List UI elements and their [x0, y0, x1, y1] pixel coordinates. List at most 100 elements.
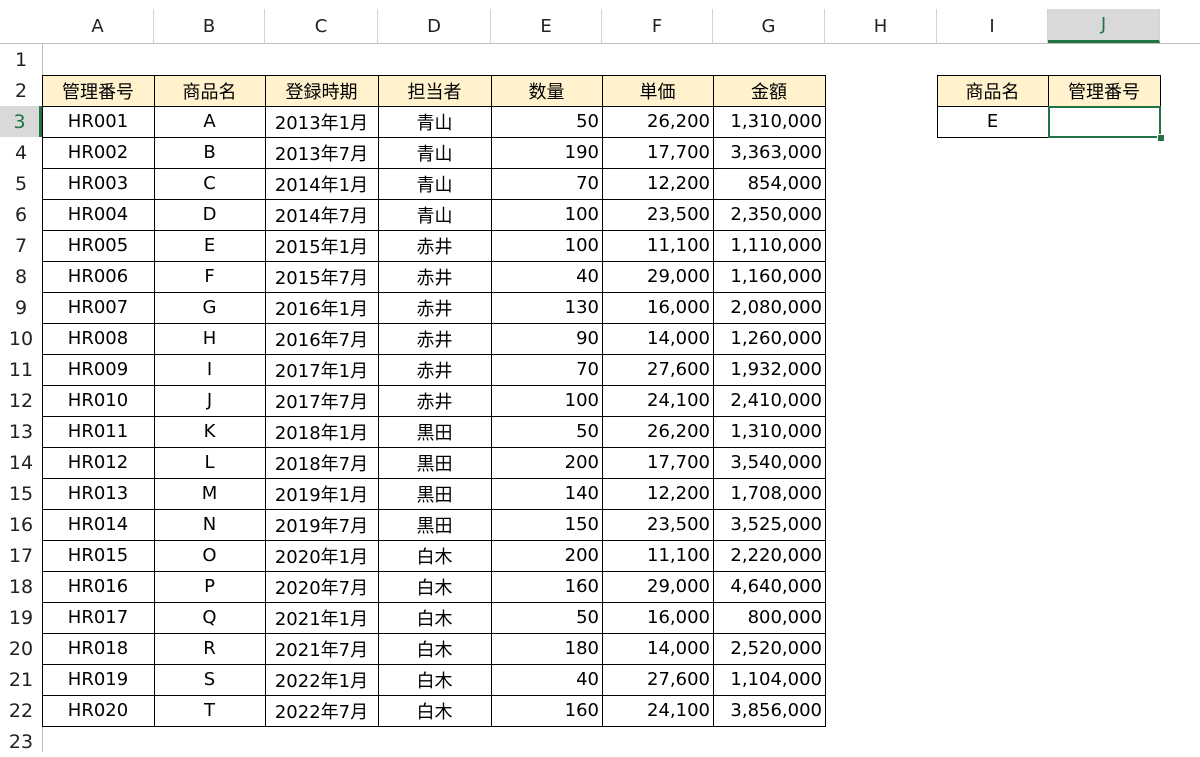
table-cell[interactable]: 1,110,000: [713, 230, 825, 261]
table-cell[interactable]: HR018: [42, 633, 154, 664]
table-cell[interactable]: 29,000: [602, 261, 713, 292]
table-cell[interactable]: E: [154, 230, 265, 261]
table-cell[interactable]: 黒田: [378, 416, 491, 447]
table-cell[interactable]: 1,708,000: [713, 478, 825, 509]
table-cell[interactable]: 2014年7月: [265, 199, 378, 230]
column-header-e[interactable]: E: [491, 9, 602, 43]
table-cell[interactable]: 23,500: [602, 199, 713, 230]
table-cell[interactable]: H: [154, 323, 265, 354]
table-cell[interactable]: 1,260,000: [713, 323, 825, 354]
table-cell[interactable]: HR008: [42, 323, 154, 354]
table-cell[interactable]: 2014年1月: [265, 168, 378, 199]
table-cell[interactable]: 100: [491, 199, 602, 230]
table-cell[interactable]: HR019: [42, 664, 154, 695]
table-cell[interactable]: 青山: [378, 137, 491, 168]
table-cell[interactable]: HR005: [42, 230, 154, 261]
table-cell[interactable]: 白木: [378, 602, 491, 633]
table-cell[interactable]: 190: [491, 137, 602, 168]
column-header-j[interactable]: J: [1048, 9, 1160, 43]
table-cell[interactable]: 150: [491, 509, 602, 540]
header-cell[interactable]: 単価: [602, 75, 713, 106]
row-header-17[interactable]: 17: [0, 540, 42, 571]
table-cell[interactable]: HR012: [42, 447, 154, 478]
table-cell[interactable]: 3,856,000: [713, 695, 825, 726]
table-cell[interactable]: S: [154, 664, 265, 695]
row-header-9[interactable]: 9: [0, 292, 42, 323]
table-cell[interactable]: Q: [154, 602, 265, 633]
table-cell[interactable]: HR003: [42, 168, 154, 199]
table-cell[interactable]: L: [154, 447, 265, 478]
table-cell[interactable]: A: [154, 106, 265, 137]
table-cell[interactable]: 白木: [378, 633, 491, 664]
table-cell[interactable]: 2018年1月: [265, 416, 378, 447]
table-cell[interactable]: 2,520,000: [713, 633, 825, 664]
table-cell[interactable]: 2016年1月: [265, 292, 378, 323]
table-cell[interactable]: 2018年7月: [265, 447, 378, 478]
row-header-6[interactable]: 6: [0, 199, 42, 230]
table-cell[interactable]: 2022年1月: [265, 664, 378, 695]
table-cell[interactable]: O: [154, 540, 265, 571]
table-cell[interactable]: 2,220,000: [713, 540, 825, 571]
table-cell[interactable]: 29,000: [602, 571, 713, 602]
table-cell[interactable]: 2015年1月: [265, 230, 378, 261]
table-cell[interactable]: 27,600: [602, 664, 713, 695]
table-cell[interactable]: 白木: [378, 571, 491, 602]
column-header-g[interactable]: G: [713, 9, 825, 43]
table-cell[interactable]: 160: [491, 695, 602, 726]
table-cell[interactable]: HR007: [42, 292, 154, 323]
table-cell[interactable]: 2013年7月: [265, 137, 378, 168]
table-cell[interactable]: 2017年7月: [265, 385, 378, 416]
table-cell[interactable]: 1,932,000: [713, 354, 825, 385]
row-header-16[interactable]: 16: [0, 509, 42, 540]
row-header-1[interactable]: 1: [0, 44, 42, 75]
table-cell[interactable]: 青山: [378, 199, 491, 230]
table-cell[interactable]: 赤井: [378, 230, 491, 261]
table-cell[interactable]: 14,000: [602, 323, 713, 354]
table-cell[interactable]: 1,104,000: [713, 664, 825, 695]
column-header-c[interactable]: C: [265, 9, 378, 43]
table-cell[interactable]: C: [154, 168, 265, 199]
table-cell[interactable]: 2015年7月: [265, 261, 378, 292]
table-cell[interactable]: HR006: [42, 261, 154, 292]
table-cell[interactable]: 800,000: [713, 602, 825, 633]
table-cell[interactable]: 赤井: [378, 385, 491, 416]
row-header-13[interactable]: 13: [0, 416, 42, 447]
table-cell[interactable]: G: [154, 292, 265, 323]
lookup-header-cell[interactable]: 商品名: [937, 75, 1048, 106]
table-cell[interactable]: 2021年1月: [265, 602, 378, 633]
table-cell[interactable]: D: [154, 199, 265, 230]
table-cell[interactable]: 3,363,000: [713, 137, 825, 168]
table-cell[interactable]: HR004: [42, 199, 154, 230]
table-cell[interactable]: 16,000: [602, 292, 713, 323]
table-cell[interactable]: 130: [491, 292, 602, 323]
column-header-a[interactable]: A: [42, 9, 154, 43]
table-cell[interactable]: 黒田: [378, 509, 491, 540]
column-header-f[interactable]: F: [602, 9, 713, 43]
table-cell[interactable]: 16,000: [602, 602, 713, 633]
table-cell[interactable]: 24,100: [602, 385, 713, 416]
table-cell[interactable]: HR015: [42, 540, 154, 571]
table-cell[interactable]: 2021年7月: [265, 633, 378, 664]
table-cell[interactable]: 854,000: [713, 168, 825, 199]
table-cell[interactable]: HR010: [42, 385, 154, 416]
header-cell[interactable]: 担当者: [378, 75, 491, 106]
table-cell[interactable]: J: [154, 385, 265, 416]
table-cell[interactable]: 26,200: [602, 416, 713, 447]
table-cell[interactable]: 1,310,000: [713, 416, 825, 447]
table-cell[interactable]: 17,700: [602, 447, 713, 478]
table-cell[interactable]: 50: [491, 602, 602, 633]
table-cell[interactable]: HR017: [42, 602, 154, 633]
table-cell[interactable]: 3,540,000: [713, 447, 825, 478]
header-cell[interactable]: 数量: [491, 75, 602, 106]
table-cell[interactable]: 赤井: [378, 323, 491, 354]
table-cell[interactable]: HR020: [42, 695, 154, 726]
table-cell[interactable]: HR016: [42, 571, 154, 602]
table-cell[interactable]: 赤井: [378, 292, 491, 323]
table-cell[interactable]: 4,640,000: [713, 571, 825, 602]
row-header-18[interactable]: 18: [0, 571, 42, 602]
column-header-h[interactable]: H: [825, 9, 937, 43]
table-cell[interactable]: 青山: [378, 106, 491, 137]
table-cell[interactable]: 2,350,000: [713, 199, 825, 230]
table-cell[interactable]: 200: [491, 447, 602, 478]
table-cell[interactable]: 2,410,000: [713, 385, 825, 416]
